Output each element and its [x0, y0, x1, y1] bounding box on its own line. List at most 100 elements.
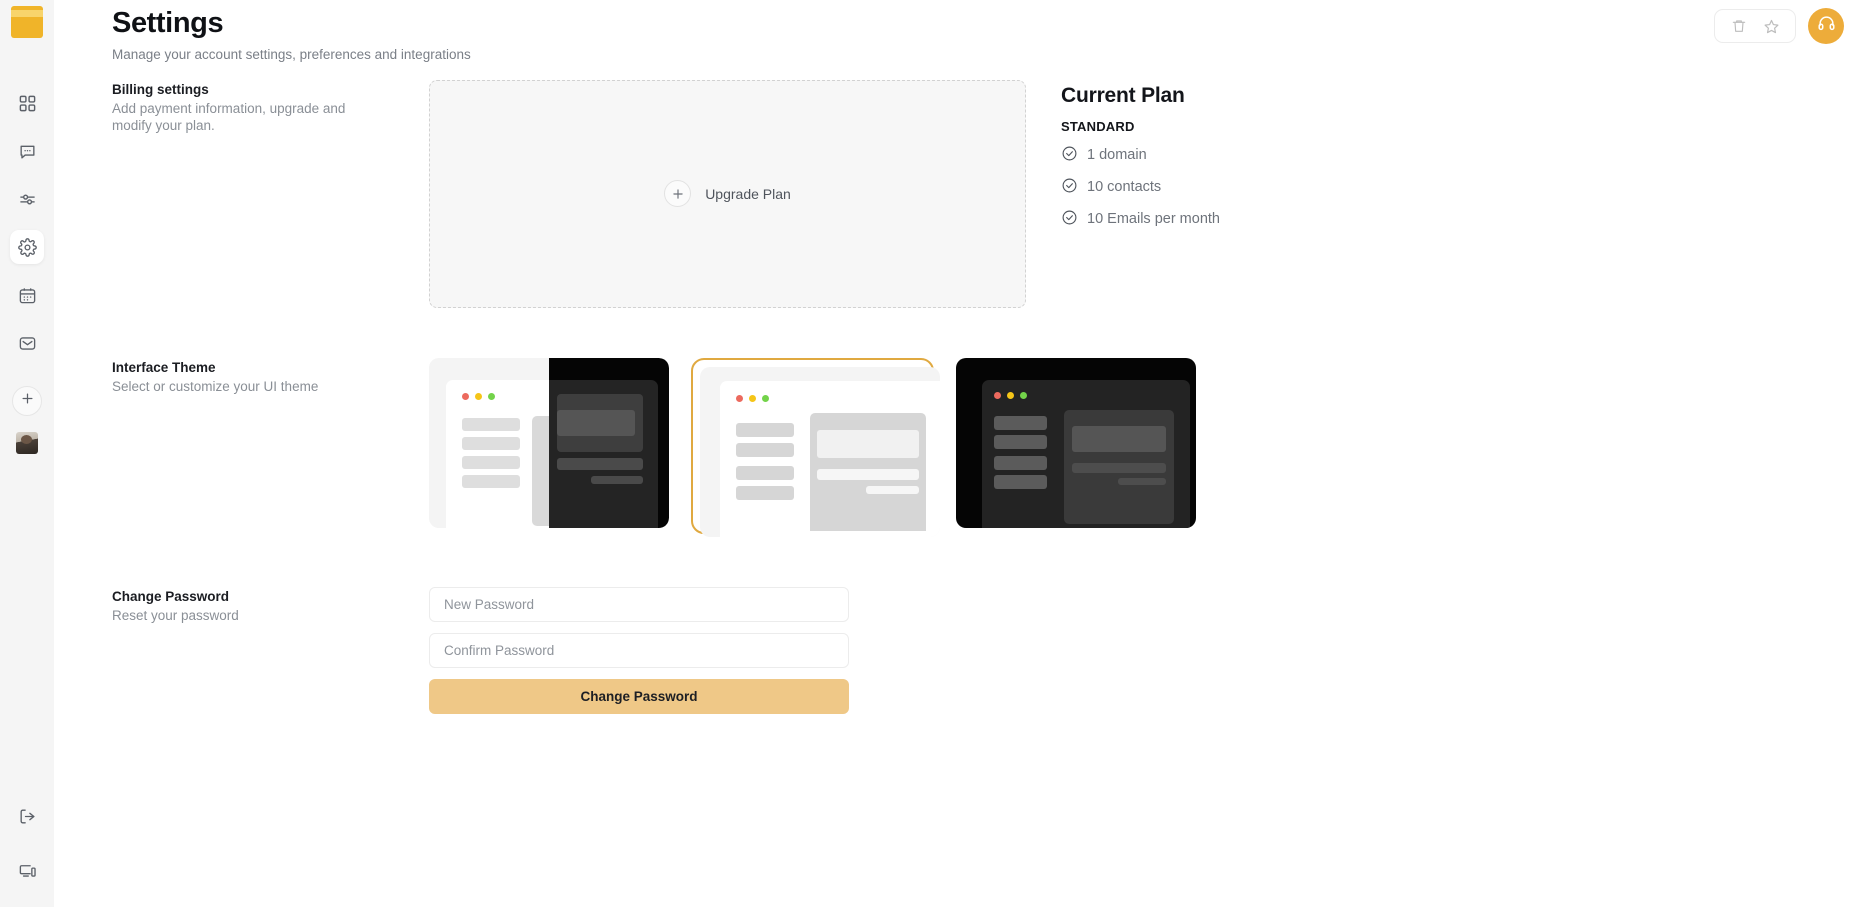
plan-feature-label: 10 contacts	[1087, 179, 1162, 196]
preview-bar	[557, 457, 643, 470]
upgrade-plan-label: Upgrade Plan	[705, 185, 791, 202]
theme-section: Interface Theme Select or customize your…	[54, 357, 1858, 537]
password-title: Change Password	[112, 588, 230, 604]
sidebar-item-devices[interactable]	[10, 853, 44, 887]
theme-option-light[interactable]	[691, 357, 940, 537]
plus-icon	[20, 391, 35, 411]
page-header: Settings Manage your account settings, p…	[54, 0, 1858, 62]
plan-feature: 10 contacts	[1061, 177, 1220, 198]
avatar[interactable]	[16, 432, 38, 454]
preview-bar	[817, 468, 919, 480]
preview-bar	[1072, 425, 1166, 452]
new-password-input[interactable]	[429, 586, 849, 622]
dot-yellow	[1007, 391, 1014, 399]
dot-green	[488, 392, 495, 400]
devices-icon	[18, 861, 37, 880]
main-content: Settings Manage your account settings, p…	[54, 0, 1858, 907]
preview-bar	[462, 417, 520, 431]
preview-bar	[736, 485, 794, 500]
preview-panel	[1064, 409, 1174, 524]
mail-icon	[18, 334, 37, 353]
plan-feature: 10 Emails per month	[1061, 209, 1220, 230]
billing-section: Billing settings Add payment information…	[54, 79, 1858, 308]
check-circle-icon	[1061, 209, 1078, 230]
current-plan-panel: Current Plan STANDARD 1 domain 10 contac…	[1061, 80, 1220, 308]
preview-window-dark	[549, 379, 658, 528]
preview-bar	[557, 409, 635, 436]
check-circle-icon	[1061, 177, 1078, 198]
sliders-icon	[18, 190, 37, 209]
dot-red	[994, 391, 1001, 399]
preview-bar	[462, 455, 520, 469]
theme-option-dark[interactable]	[956, 357, 1196, 528]
password-description: Reset your password	[112, 607, 239, 623]
plan-feature: 1 domain	[1061, 145, 1220, 166]
preview-bar	[866, 485, 919, 494]
header-actions	[1714, 8, 1844, 44]
trash-icon[interactable]	[1727, 14, 1751, 38]
window-traffic-lights	[994, 391, 1027, 399]
preview-bar	[591, 475, 643, 484]
page-subtitle: Manage your account settings, preference…	[112, 46, 471, 62]
logout-icon	[18, 807, 37, 826]
app-root: Settings Manage your account settings, p…	[0, 0, 1858, 907]
billing-label: Billing settings Add payment information…	[112, 80, 429, 308]
sidebar-add-button[interactable]	[12, 386, 42, 416]
star-icon[interactable]	[1759, 14, 1783, 38]
light-theme-preview	[700, 366, 940, 537]
password-section: Change Password Reset your password Chan…	[54, 586, 1858, 714]
preview-bar	[994, 434, 1047, 449]
preview-bar	[1072, 462, 1166, 473]
sidebar-item-settings[interactable]	[10, 230, 44, 264]
window-traffic-lights	[736, 394, 769, 402]
gear-icon	[17, 237, 37, 257]
change-password-button[interactable]: Change Password	[429, 678, 849, 714]
confirm-password-input[interactable]	[429, 632, 849, 668]
preview-bar	[462, 436, 520, 450]
preview-bar	[994, 474, 1047, 489]
preview-bar	[736, 442, 794, 457]
theme-options	[429, 357, 1196, 537]
sidebar-item-controls[interactable]	[10, 182, 44, 216]
support-button[interactable]	[1808, 8, 1844, 44]
grid-dashboard-icon	[18, 94, 37, 113]
sidebar	[0, 0, 54, 907]
dot-yellow	[749, 394, 756, 402]
calendar-icon	[18, 286, 37, 305]
header-action-pill	[1714, 9, 1796, 43]
preview-panel	[810, 412, 926, 531]
billing-title: Billing settings	[112, 81, 209, 97]
billing-description: Add payment information, upgrade and mod…	[112, 100, 346, 134]
current-plan-tier: STANDARD	[1061, 118, 1135, 134]
preview-bar	[462, 474, 520, 488]
preview-bar	[994, 415, 1047, 430]
password-form: Change Password	[429, 586, 849, 714]
window-traffic-lights	[462, 392, 495, 400]
check-circle-icon	[1061, 145, 1078, 166]
theme-title: Interface Theme	[112, 359, 216, 375]
password-label: Change Password Reset your password	[112, 587, 429, 714]
preview-bar	[736, 465, 794, 480]
sidebar-item-mail[interactable]	[10, 326, 44, 360]
sidebar-nav-bottom	[0, 799, 54, 887]
preview-bar	[994, 455, 1047, 470]
sidebar-nav-mid	[12, 386, 42, 454]
sidebar-item-dashboard[interactable]	[10, 86, 44, 120]
sidebar-item-calendar[interactable]	[10, 278, 44, 312]
sidebar-item-messages[interactable]	[10, 134, 44, 168]
dark-theme-preview	[956, 357, 1196, 528]
preview-bar	[1118, 477, 1166, 485]
upgrade-plan-dropzone[interactable]: Upgrade Plan	[429, 79, 1026, 308]
dot-green	[762, 394, 769, 402]
chat-bubble-icon	[18, 142, 37, 161]
sidebar-item-logout[interactable]	[10, 799, 44, 833]
dot-red	[462, 392, 469, 400]
dot-yellow	[475, 392, 482, 400]
sidebar-nav-top	[10, 86, 44, 360]
headphones-icon	[1817, 14, 1836, 38]
theme-option-system[interactable]	[429, 357, 669, 528]
current-plan-title: Current Plan	[1061, 83, 1185, 107]
app-logo[interactable]	[11, 6, 43, 38]
dot-red	[736, 394, 743, 402]
plus-icon	[664, 180, 692, 208]
